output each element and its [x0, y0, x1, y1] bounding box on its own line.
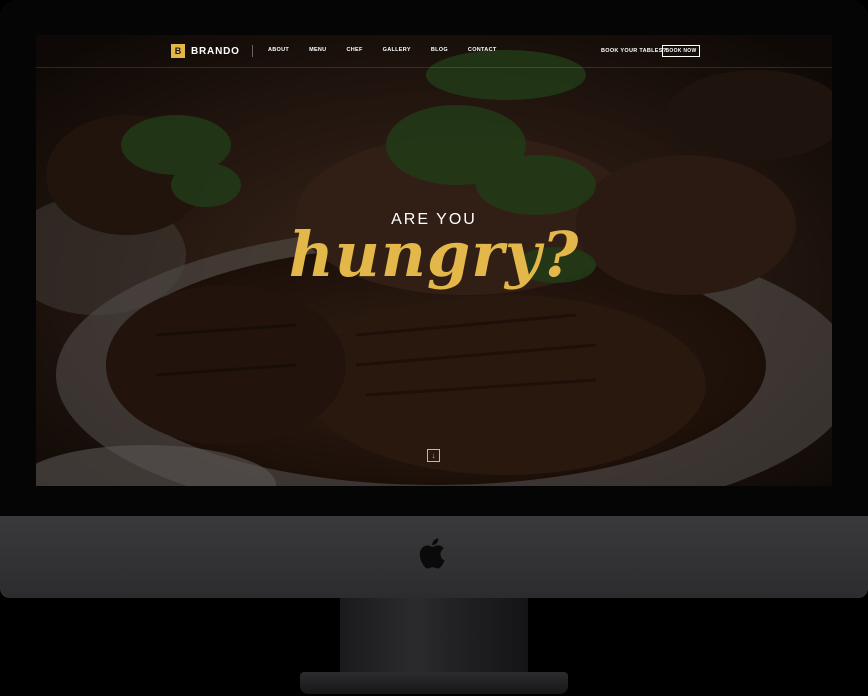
book-tables-label: BOOK YOUR TABLES?	[601, 48, 667, 54]
arrow-down-icon: ↓	[431, 451, 436, 460]
site-header: B BRANDO ABOUT MENU CHEF GALLERY BLOG CO…	[36, 35, 832, 68]
scroll-down-button[interactable]: ↓	[427, 449, 440, 462]
apple-logo-icon	[419, 538, 445, 569]
nav-item-chef[interactable]: CHEF	[346, 47, 362, 53]
nav-item-gallery[interactable]: GALLERY	[383, 47, 411, 53]
brand-logo[interactable]: B BRANDO	[171, 44, 240, 58]
monitor-stand-base	[300, 672, 568, 694]
nav-item-about[interactable]: ABOUT	[268, 47, 289, 53]
book-now-button[interactable]: BOOK NOW	[662, 45, 700, 57]
hero-title: hungry?	[288, 218, 580, 291]
logo-text: BRANDO	[191, 45, 240, 57]
main-nav: ABOUT MENU CHEF GALLERY BLOG CONTACT	[268, 47, 517, 53]
logo-mark: B	[171, 44, 185, 58]
monitor-stand	[340, 598, 528, 676]
nav-item-contact[interactable]: CONTACT	[468, 47, 497, 53]
nav-item-blog[interactable]: BLOG	[431, 47, 448, 53]
nav-divider	[252, 45, 253, 57]
website-screen: B BRANDO ABOUT MENU CHEF GALLERY BLOG CO…	[36, 35, 832, 486]
nav-item-menu[interactable]: MENU	[309, 47, 326, 53]
